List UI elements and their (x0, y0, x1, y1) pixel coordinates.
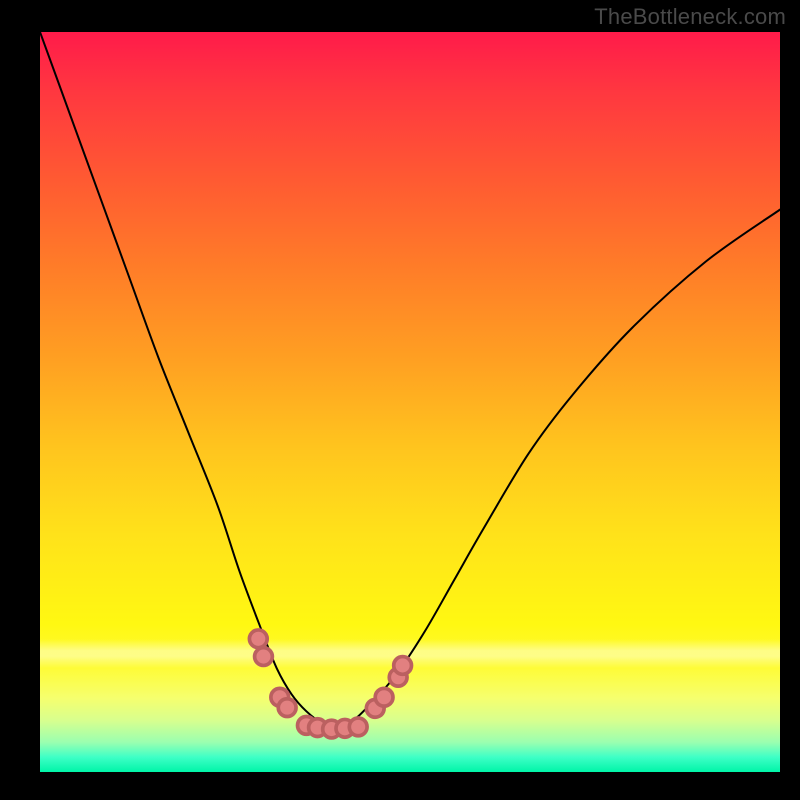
chart-frame: TheBottleneck.com (0, 0, 800, 800)
marker-dot (249, 630, 267, 648)
plot-area (40, 32, 780, 772)
markers-group (249, 630, 411, 738)
marker-dot (349, 718, 367, 736)
watermark-text: TheBottleneck.com (594, 4, 786, 30)
marker-dot (255, 648, 273, 666)
curve-svg (40, 32, 780, 772)
marker-dot (278, 699, 296, 717)
marker-dot (375, 688, 393, 706)
marker-dot (394, 657, 412, 675)
bottleneck-curve (40, 32, 780, 726)
